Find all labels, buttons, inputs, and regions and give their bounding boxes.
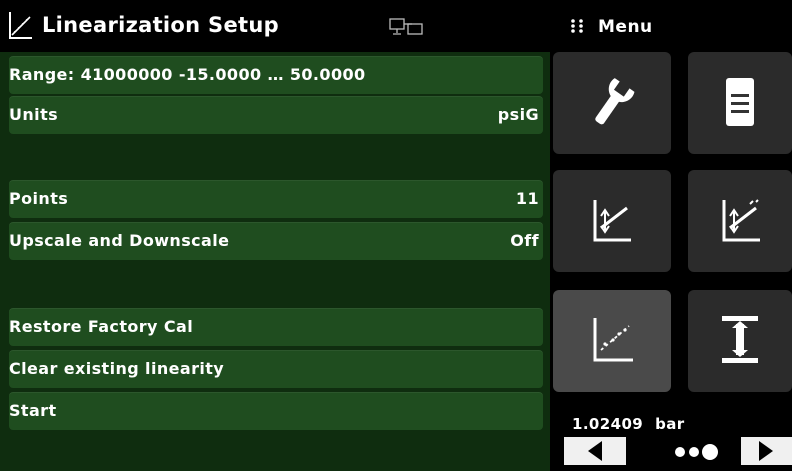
span-tile[interactable]: [688, 290, 792, 392]
menu-grid-icon: [571, 19, 583, 33]
range-label: Range: 41000000 -15.0000 … 50.0000: [9, 65, 366, 84]
menu-label: Menu: [598, 17, 653, 37]
units-label: Units: [9, 105, 59, 124]
clear-linearity-button[interactable]: Clear existing linearity: [9, 350, 543, 388]
chevron-left-icon: [588, 441, 602, 461]
document-icon: [726, 78, 754, 126]
reading-unit: bar: [655, 415, 685, 433]
document-tile[interactable]: [688, 52, 792, 154]
upscale-downscale-row[interactable]: Upscale and Downscale Off: [9, 222, 543, 260]
linearization-active-tile[interactable]: [553, 290, 671, 392]
linearization-edit-icon: [722, 199, 760, 242]
menu-header[interactable]: Menu: [550, 0, 792, 52]
restore-factory-cal-label: Restore Factory Cal: [9, 317, 194, 336]
next-page-button[interactable]: [741, 437, 792, 465]
units-row[interactable]: Units psiG: [9, 96, 543, 134]
upscale-downscale-value: Off: [510, 231, 539, 250]
start-label: Start: [9, 401, 57, 420]
title-bar: Linearization Setup: [0, 0, 550, 52]
points-value: 11: [515, 189, 539, 208]
pressure-reading: 1.02409 bar: [572, 415, 685, 433]
linearization-active-icon: [593, 318, 633, 362]
linearization-icon: [9, 12, 32, 39]
wrench-icon: [595, 78, 635, 125]
chevron-right-icon: [759, 441, 773, 461]
setup-tile[interactable]: [553, 52, 671, 154]
reading-value: 1.02409: [572, 415, 644, 433]
start-button[interactable]: Start: [9, 392, 543, 430]
page-title: Linearization Setup: [42, 13, 279, 37]
points-row[interactable]: Points 11: [9, 180, 543, 218]
linearization-tile[interactable]: [553, 170, 671, 272]
linearization-edit-tile[interactable]: [688, 170, 792, 272]
previous-page-button[interactable]: [564, 437, 626, 465]
upscale-downscale-label: Upscale and Downscale: [9, 231, 230, 250]
network-icon: [389, 18, 423, 35]
span-range-icon: [722, 316, 758, 363]
page-indicator: [675, 444, 718, 460]
points-label: Points: [9, 189, 69, 208]
restore-factory-cal-button[interactable]: Restore Factory Cal: [9, 308, 543, 346]
linearization-icon: [593, 200, 631, 242]
range-row[interactable]: Range: 41000000 -15.0000 … 50.0000: [9, 56, 543, 94]
clear-linearity-label: Clear existing linearity: [9, 359, 225, 378]
units-value: psiG: [497, 105, 539, 124]
